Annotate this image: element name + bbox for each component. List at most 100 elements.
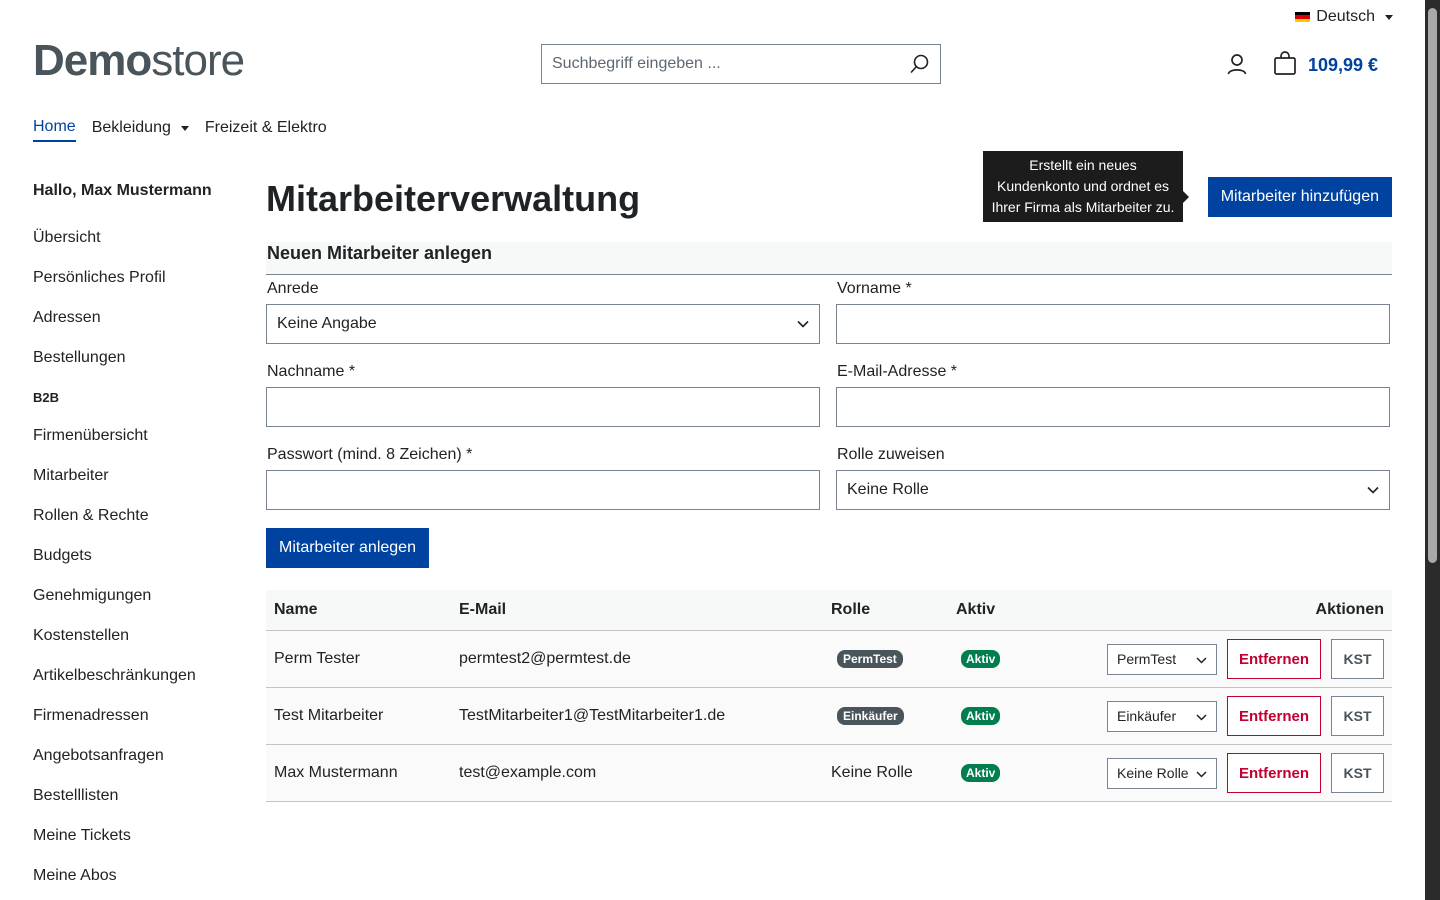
remove-button[interactable]: Entfernen [1226,753,1321,793]
email-label: E-Mail-Adresse * [837,363,958,380]
employee-email: test@example.com [459,764,597,781]
email-field: E-Mail-Adresse * [836,363,1390,446]
employee-name: Max Mustermann [274,764,398,781]
language-label: Deutsch [1316,8,1375,25]
sidebar-item-tickets[interactable]: Meine Tickets [33,826,243,866]
email-input[interactable] [836,387,1390,427]
employee-name: Perm Tester [274,650,360,667]
kst-button[interactable]: KST [1331,753,1384,793]
new-employee-form: Neuen Mitarbeiter anlegen Anrede Keine A… [266,242,1392,568]
nav-item-bekleidung[interactable]: Bekleidung [92,118,189,142]
row-role-select[interactable]: PermTest [1106,643,1217,675]
row-role-select[interactable]: Keine Rolle [1106,757,1217,789]
nav-item-freizeit-elektro[interactable]: Freizeit & Elektro [205,118,327,142]
sidebar-item-firmenuebersicht[interactable]: Firmenübersicht [33,426,243,466]
page-title: Mitarbeiterverwaltung [266,178,641,219]
sidebar-item-bestelllisten[interactable]: Bestelllisten [33,786,243,826]
add-employee-button[interactable]: Mitarbeiter hinzufügen [1207,177,1392,217]
table-header: Name E-Mail Rolle Aktiv Aktionen [266,590,1392,631]
account-sidebar: Hallo, Max Mustermann Übersicht Persönli… [33,180,243,900]
status-badge: Aktiv [961,764,1001,782]
scrollbar-thumb[interactable] [1428,8,1437,563]
nav-item-label: Freizeit & Elektro [204,119,327,136]
sidebar-item-bestellungen[interactable]: Bestellungen [33,348,243,388]
search-input[interactable] [542,45,900,83]
salutation-field: Anrede Keine Angabe [266,280,820,363]
sidebar-item-artikelbeschraenkungen[interactable]: Artikelbeschränkungen [33,666,243,706]
chevron-down-icon [1196,765,1207,781]
password-label: Passwort (mind. 8 Zeichen) * [267,446,473,463]
row-role-select-value: Einkäufer [1116,708,1177,724]
column-header-actions: Aktionen [1315,601,1384,618]
nav-item-label: Home [33,118,76,135]
column-header-email: E-Mail [459,601,507,618]
firstname-label: Vorname * [837,280,912,297]
remove-button[interactable]: Entfernen [1226,696,1321,736]
sidebar-item-genehmigungen[interactable]: Genehmigungen [33,586,243,626]
sidebar-item-angebotsanfragen[interactable]: Angebotsanfragen [33,746,243,786]
chevron-down-icon [180,125,189,131]
german-flag-icon [1295,12,1311,22]
sidebar-item-adressen[interactable]: Adressen [33,308,243,348]
cart-button[interactable]: 109,99 € [1272,50,1378,81]
chevron-down-icon [1367,481,1379,499]
main-navigation: Home Bekleidung Freizeit & Elektro [33,118,327,142]
logo[interactable]: Demostore [33,36,245,86]
salutation-label: Anrede [267,280,319,297]
lastname-input[interactable] [266,387,820,427]
employee-email: TestMitarbeiter1@TestMitarbeiter1.de [459,707,726,724]
tooltip: Erstellt ein neues Kundenkonto und ordne… [983,151,1189,222]
role-badge: Einkäufer [837,707,904,725]
remove-button[interactable]: Entfernen [1226,639,1321,679]
employee-email: permtest2@permtest.de [459,650,631,667]
cart-icon [1272,50,1298,81]
logo-light: store [151,36,245,85]
language-switcher[interactable]: Deutsch [1295,8,1393,26]
cart-total: 109,99 € [1308,55,1379,75]
sidebar-item-mitarbeiter[interactable]: Mitarbeiter [33,466,243,506]
kst-button[interactable]: KST [1331,696,1384,736]
sidebar-item-uebersicht[interactable]: Übersicht [33,228,243,268]
column-header-role: Rolle [831,601,871,618]
create-employee-button[interactable]: Mitarbeiter anlegen [266,528,429,568]
page-scrollbar[interactable] [1425,0,1440,900]
account-icon[interactable] [1225,52,1249,76]
nav-item-home[interactable]: Home [33,118,76,142]
role-text: Keine Rolle [831,764,913,781]
search-icon[interactable] [900,45,940,83]
sidebar-item-firmenadressen[interactable]: Firmenadressen [33,706,243,746]
column-header-name: Name [274,601,318,618]
status-badge: Aktiv [961,707,1001,725]
role-badge: PermTest [837,650,903,668]
table-row: Test Mitarbeiter TestMitarbeiter1@TestMi… [266,688,1392,745]
role-value: Keine Rolle [847,481,929,498]
sidebar-section-b2b: B2B [33,390,60,405]
logo-bold: Demo [33,36,152,85]
role-select[interactable]: Keine Rolle [836,470,1390,510]
row-role-select-value: Keine Rolle [1116,765,1189,781]
sidebar-item-budgets[interactable]: Budgets [33,546,243,586]
chevron-down-icon [797,315,809,333]
sidebar-item-kostenstellen[interactable]: Kostenstellen [33,626,243,666]
search-bar [541,44,941,84]
sidebar-item-profil[interactable]: Persönliches Profil [33,268,243,308]
employee-table: Name E-Mail Rolle Aktiv Aktionen Perm Te… [266,590,1392,802]
row-role-select[interactable]: Einkäufer [1106,700,1217,732]
form-heading: Neuen Mitarbeiter anlegen [266,242,1392,275]
kst-button[interactable]: KST [1331,639,1384,679]
column-header-active: Aktiv [956,601,996,618]
password-field: Passwort (mind. 8 Zeichen) * [266,446,820,529]
sidebar-item-rollen-rechte[interactable]: Rollen & Rechte [33,506,243,546]
row-role-select-value: PermTest [1116,651,1177,667]
lastname-label: Nachname * [267,363,356,380]
chevron-down-icon [1385,14,1393,20]
status-badge: Aktiv [961,650,1001,668]
password-input[interactable] [266,470,820,510]
chevron-down-icon [1196,651,1207,667]
sidebar-item-abos[interactable]: Meine Abos [33,866,243,900]
firstname-input[interactable] [836,304,1390,344]
firstname-field: Vorname * [836,280,1390,363]
salutation-select[interactable]: Keine Angabe [266,304,820,344]
employee-name: Test Mitarbeiter [274,707,384,724]
table-row: Max Mustermann test@example.com Keine Ro… [266,745,1392,802]
